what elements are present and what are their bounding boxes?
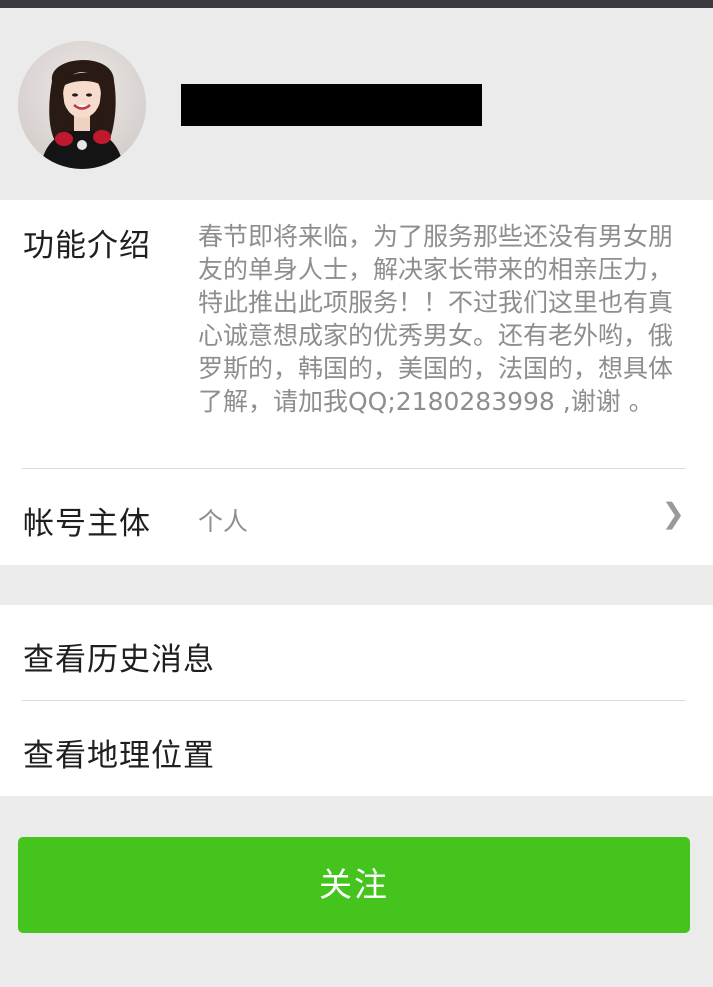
status-bar	[0, 0, 713, 8]
avatar-image	[18, 41, 146, 169]
view-history-messages-label: 查看历史消息	[23, 642, 215, 678]
intro-label: 功能介绍	[23, 228, 151, 264]
intro-text: 春节即将来临，为了服务那些还没有男女朋友的单身人士，解决家长带来的相亲压力，特此…	[198, 222, 674, 416]
view-history-messages-item[interactable]: 查看历史消息	[0, 605, 713, 700]
actions-section: 查看历史消息 查看地理位置	[0, 605, 713, 796]
follow-button[interactable]: 关注	[18, 837, 690, 933]
account-subject-value: 个人	[198, 507, 249, 536]
account-info-section: 功能介绍 春节即将来临，为了服务那些还没有男女朋友的单身人士，解决家长带来的相亲…	[0, 200, 713, 565]
profile-header	[0, 8, 713, 200]
account-name	[181, 84, 482, 126]
view-location-item[interactable]: 查看地理位置	[0, 701, 713, 796]
account-subject-row[interactable]: 帐号主体 个人 ❯	[0, 469, 713, 565]
view-location-label: 查看地理位置	[23, 738, 215, 774]
chevron-right-icon: ❯	[661, 497, 685, 530]
avatar	[18, 41, 146, 169]
account-subject-label: 帐号主体	[23, 506, 151, 542]
